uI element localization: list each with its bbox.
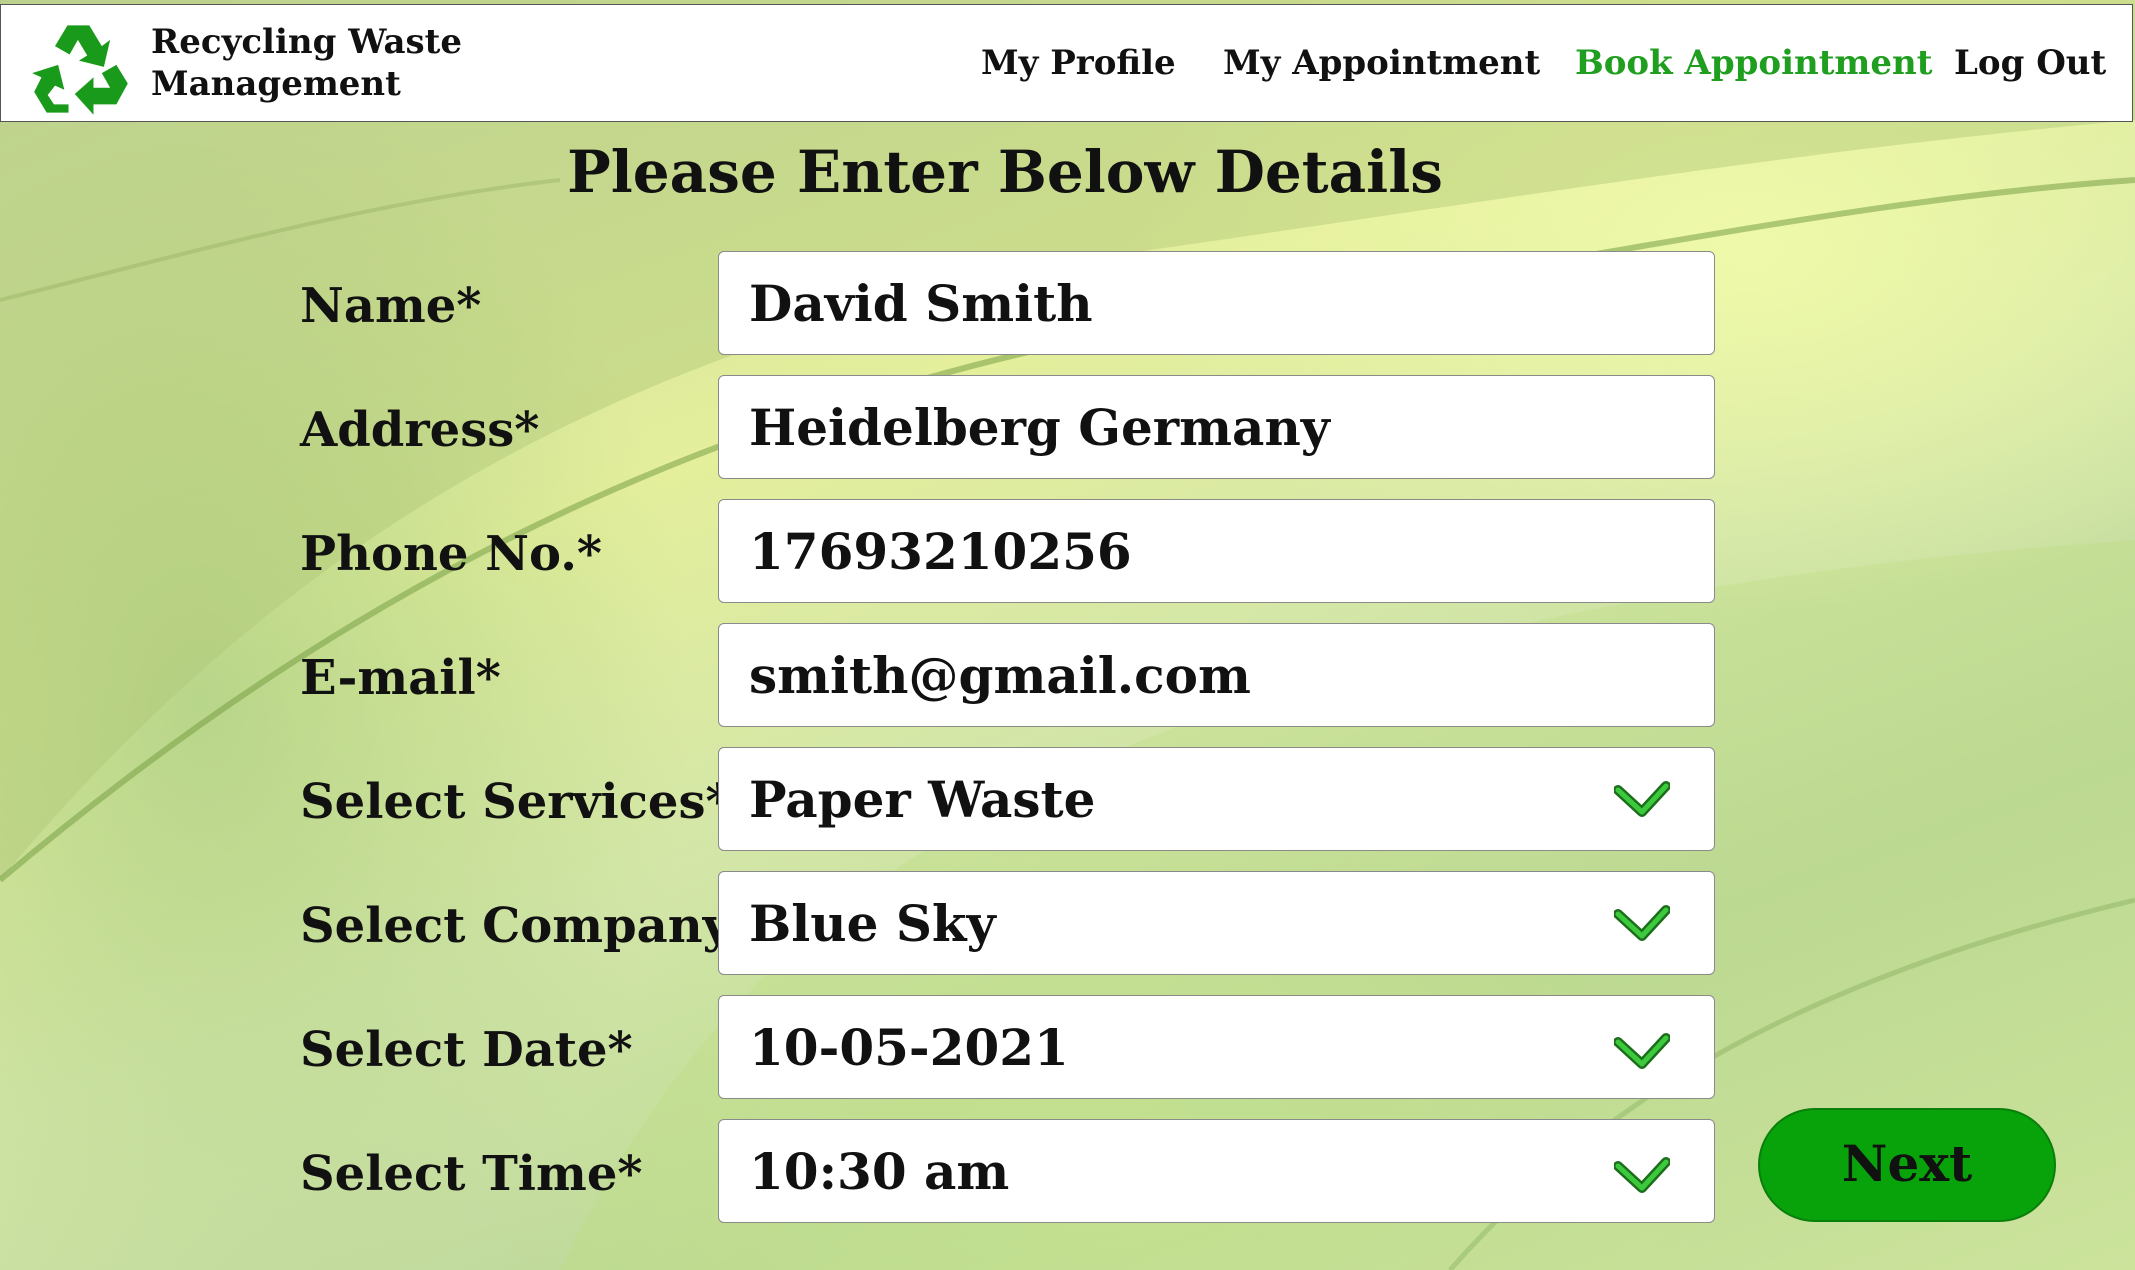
form-title: Please Enter Below Details [567,138,1443,206]
chevron-down-icon[interactable] [1614,778,1670,822]
name-value: David Smith [749,274,1093,333]
chevron-down-icon[interactable] [1614,1154,1670,1198]
chevron-down-icon[interactable] [1614,1030,1670,1074]
brand-name: Recycling Waste Management [151,21,462,105]
nav-my-appointment[interactable]: My Appointment [1223,43,1540,83]
company-label: Select Company* [300,898,756,954]
address-field[interactable]: Heidelberg Germany [718,375,1715,479]
address-value: Heidelberg Germany [749,398,1330,457]
company-value: Blue Sky [749,894,996,953]
time-select[interactable]: 10:30 am [718,1119,1715,1223]
email-value: smith@gmail.com [749,646,1251,705]
email-label: E-mail* [300,650,501,706]
nav-book-appointment[interactable]: Book Appointment [1575,43,1932,83]
services-label: Select Services* [300,774,731,830]
time-value: 10:30 am [749,1142,1010,1201]
brand-line-1: Recycling Waste [151,22,462,62]
services-select[interactable]: Paper Waste [718,747,1715,851]
chevron-down-icon[interactable] [1614,902,1670,946]
date-value: 10-05-2021 [749,1018,1069,1077]
services-value: Paper Waste [749,770,1096,829]
phone-field[interactable]: 17693210256 [718,499,1715,603]
nav-log-out[interactable]: Log Out [1954,43,2106,83]
date-label: Select Date* [300,1022,633,1078]
brand-line-2: Management [151,64,401,104]
top-nav-bar: Recycling Waste Management My Profile My… [0,4,2133,122]
recycle-icon [32,25,128,115]
time-label: Select Time* [300,1146,643,1202]
name-field[interactable]: David Smith [718,251,1715,355]
nav-my-profile[interactable]: My Profile [981,43,1176,83]
email-field[interactable]: smith@gmail.com [718,623,1715,727]
next-button[interactable]: Next [1758,1108,2056,1222]
address-label: Address* [300,402,540,458]
company-select[interactable]: Blue Sky [718,871,1715,975]
phone-label: Phone No.* [300,526,603,582]
phone-value: 17693210256 [749,522,1132,581]
name-label: Name* [300,278,482,334]
date-select[interactable]: 10-05-2021 [718,995,1715,1099]
